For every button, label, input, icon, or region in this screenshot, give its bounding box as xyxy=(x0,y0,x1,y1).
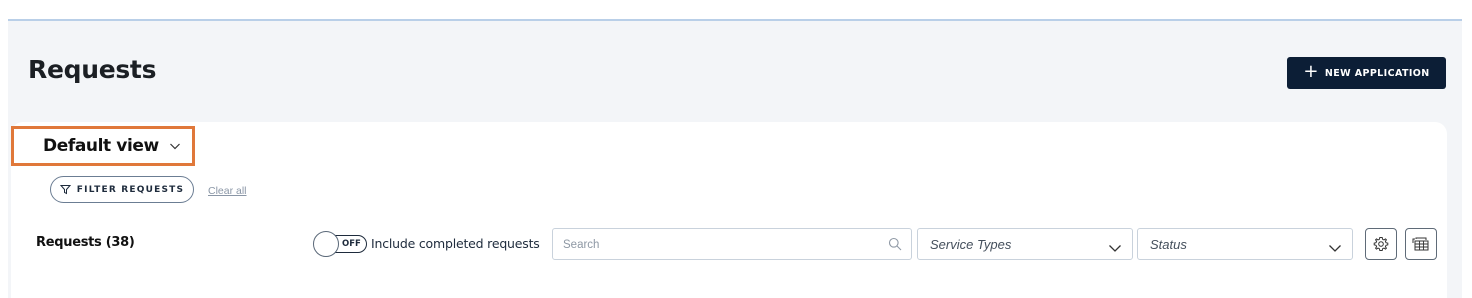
filter-requests-label: FILTER REQUESTS xyxy=(76,184,185,195)
top-divider xyxy=(8,19,1462,21)
view-selector-label: Default view xyxy=(43,136,159,156)
requests-card xyxy=(11,122,1447,298)
status-placeholder: Status xyxy=(1150,237,1187,252)
search-icon[interactable] xyxy=(888,237,902,251)
plus-icon: + xyxy=(1303,61,1319,82)
chevron-down-icon xyxy=(1108,240,1122,252)
new-application-button[interactable]: + NEW APPLICATION xyxy=(1287,57,1446,89)
toggle-knob xyxy=(313,231,339,257)
export-button[interactable] xyxy=(1405,228,1437,260)
export-table-icon xyxy=(1412,236,1430,252)
chevron-down-icon xyxy=(1328,240,1342,252)
include-completed-label: Include completed requests xyxy=(371,236,540,251)
chevron-down-icon xyxy=(169,140,181,152)
new-application-label: NEW APPLICATION xyxy=(1324,67,1430,79)
settings-button[interactable] xyxy=(1365,228,1397,260)
toggle-state: OFF xyxy=(342,239,361,249)
search-field[interactable] xyxy=(552,228,912,260)
include-completed-toggle[interactable]: OFF xyxy=(313,231,369,257)
service-types-placeholder: Service Types xyxy=(930,237,1012,252)
requests-count: Requests (38) xyxy=(36,235,135,250)
funnel-icon xyxy=(59,184,71,195)
page-title: Requests xyxy=(28,55,157,84)
gear-icon xyxy=(1373,236,1389,252)
clear-all-link[interactable]: Clear all xyxy=(208,185,247,197)
view-selector[interactable]: Default view xyxy=(11,126,195,166)
status-select[interactable]: Status xyxy=(1137,228,1353,260)
filter-requests-button[interactable]: FILTER REQUESTS xyxy=(50,176,194,203)
service-types-select[interactable]: Service Types xyxy=(917,228,1133,260)
search-input[interactable] xyxy=(563,235,873,255)
